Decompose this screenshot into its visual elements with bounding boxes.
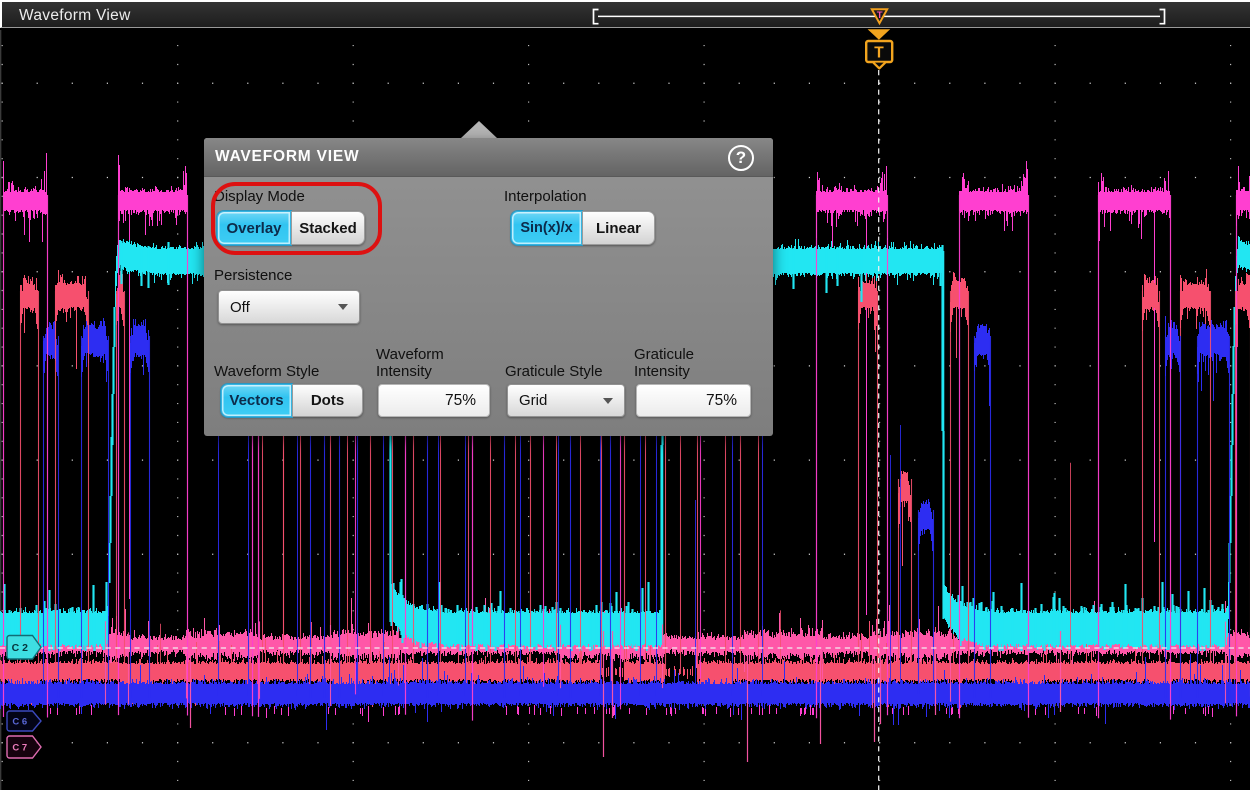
svg-text:C 2: C 2 — [12, 642, 29, 654]
svg-text:C 7: C 7 — [12, 743, 27, 754]
svg-text:C 6: C 6 — [12, 717, 27, 728]
